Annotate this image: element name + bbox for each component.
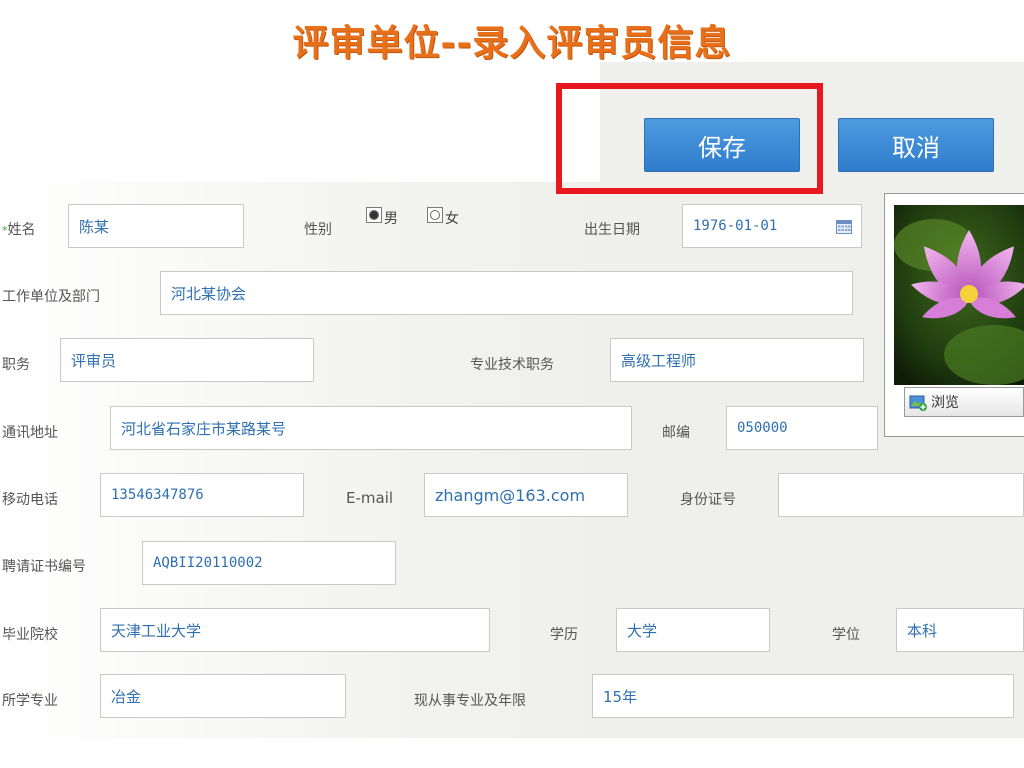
- name-label: *姓名: [2, 222, 36, 238]
- gender-male-radio[interactable]: [366, 207, 382, 223]
- major-label: 所学专业: [2, 693, 58, 709]
- cert-number-label: 聘请证书编号: [2, 559, 86, 575]
- mobile-field[interactable]: 13546347876: [100, 473, 304, 517]
- birth-date-label: 出生日期: [584, 222, 640, 238]
- email-label: E-mail: [346, 489, 394, 507]
- birth-date-field[interactable]: 1976-01-01: [682, 204, 862, 248]
- id-number-label: 身份证号: [680, 492, 736, 508]
- work-unit-field[interactable]: 河北某协会: [160, 271, 853, 315]
- profile-photo: [894, 205, 1024, 385]
- page-title: 评审单位--录入评审员信息: [292, 23, 732, 64]
- major-field[interactable]: 冶金: [100, 674, 346, 718]
- gender-female-label: 女: [445, 211, 459, 227]
- cert-number-field[interactable]: AQBII20110002: [142, 541, 396, 585]
- gender-male-label: 男: [384, 211, 398, 227]
- degree-field[interactable]: 本科: [896, 608, 1024, 652]
- years-label: 现从事专业及年限: [414, 693, 526, 709]
- cancel-button[interactable]: 取消: [838, 118, 994, 172]
- save-highlight-box: [556, 83, 823, 194]
- browse-button[interactable]: 浏览: [904, 387, 1024, 417]
- panel-top-area: [0, 62, 600, 182]
- duty-field[interactable]: 评审员: [60, 338, 314, 382]
- school-label: 毕业院校: [2, 627, 58, 643]
- tech-title-label: 专业技术职务: [470, 357, 554, 373]
- browse-label: 浏览: [931, 395, 959, 411]
- duty-label: 职务: [2, 357, 30, 373]
- address-field[interactable]: 河北省石家庄市某路某号: [110, 406, 632, 450]
- gender-female-radio[interactable]: [427, 207, 443, 223]
- calendar-icon[interactable]: [836, 220, 852, 234]
- email-field[interactable]: zhangm@163.com: [424, 473, 628, 517]
- education-label: 学历: [550, 627, 578, 643]
- zip-label: 邮编: [662, 425, 690, 441]
- mobile-label: 移动电话: [2, 492, 58, 508]
- name-field[interactable]: 陈某: [68, 204, 244, 248]
- education-field[interactable]: 大学: [616, 608, 770, 652]
- tech-title-field[interactable]: 高级工程师: [610, 338, 864, 382]
- school-field[interactable]: 天津工业大学: [100, 608, 490, 652]
- gender-label: 性别: [304, 222, 332, 238]
- work-unit-label: 工作单位及部门: [2, 289, 100, 305]
- years-field[interactable]: 15年: [592, 674, 1014, 718]
- zip-field[interactable]: 050000: [726, 406, 878, 450]
- address-label: 通讯地址: [2, 425, 58, 441]
- id-number-field[interactable]: [778, 473, 1024, 517]
- picture-add-icon: [909, 395, 927, 411]
- degree-label: 学位: [832, 627, 860, 643]
